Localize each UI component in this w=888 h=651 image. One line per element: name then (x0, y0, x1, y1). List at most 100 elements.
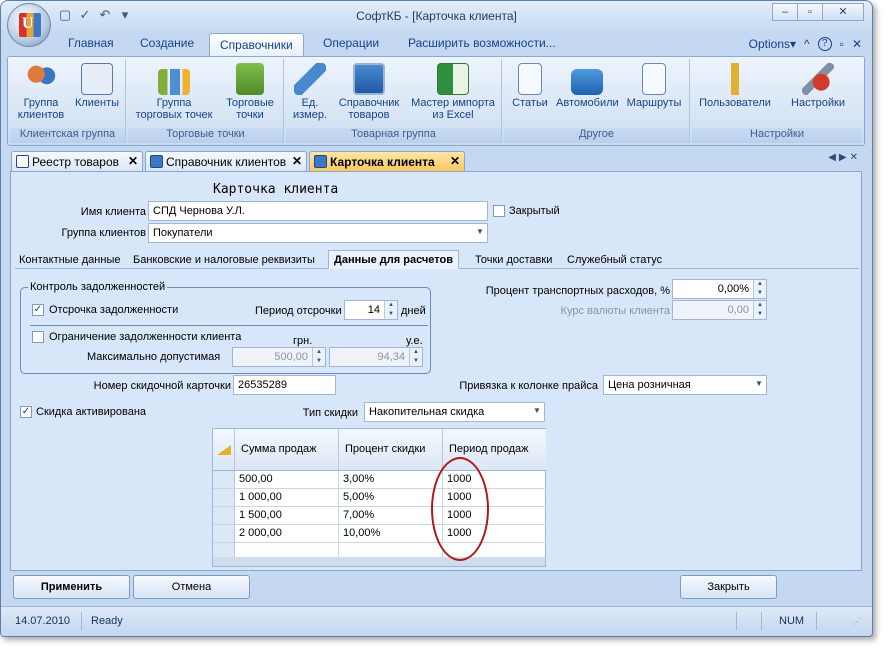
vehicles-button[interactable]: Автомобили (556, 63, 619, 109)
grid-cell[interactable]: 500,00 (235, 471, 339, 489)
group-label-clients: Клиентская группа (10, 128, 125, 143)
building-icon (236, 63, 264, 95)
deferral-checkbox[interactable]: ✓ (32, 304, 44, 316)
outlet-group-button[interactable]: Группа торговых точек (134, 63, 214, 121)
excel-icon (437, 63, 469, 95)
settings-button[interactable]: Настройки (778, 63, 858, 109)
row-selector[interactable] (213, 471, 235, 489)
row-selector[interactable] (213, 489, 235, 507)
clients-button[interactable]: Клиенты (72, 63, 122, 109)
debt-limit-checkbox[interactable] (32, 331, 44, 343)
goods-directory-button[interactable]: Справочник товаров (334, 63, 404, 121)
grid-cell[interactable]: 1 500,00 (235, 507, 339, 525)
spinner-arrows-icon[interactable]: ▲ ▼ (384, 301, 397, 319)
doc-tab-client-card[interactable]: Карточка клиента ✕ (309, 151, 465, 171)
transport-spinner[interactable]: 0,00% ▲ ▼ (672, 279, 767, 299)
ribbon-minimize-icon[interactable]: ^ (804, 37, 810, 51)
apply-button[interactable]: Применить (13, 575, 130, 599)
tab-settlement-data[interactable]: Данные для расчетов (328, 250, 460, 269)
close-button[interactable]: Закрыть (680, 575, 777, 599)
row-selector[interactable] (213, 507, 235, 525)
minimize-icon[interactable]: – (772, 3, 798, 21)
tab-extend[interactable]: Расширить возможности... (408, 36, 556, 50)
days-label: дней (401, 305, 426, 317)
column-header-sales-sum[interactable]: Сумма продаж (235, 429, 339, 471)
tab-create[interactable]: Создание (140, 36, 194, 50)
close-active-tab-icon[interactable]: ✕ (850, 152, 861, 163)
close-tab-icon[interactable]: ✕ (128, 154, 138, 168)
discount-grid: Сумма продаж Процент скидки Период прода… (212, 428, 546, 567)
chevron-down-icon[interactable]: ▼ (475, 227, 485, 236)
tab-operations[interactable]: Операции (323, 36, 379, 50)
status-date: 14.07.2010 (15, 615, 71, 627)
tab-directories[interactable]: Справочники (209, 33, 304, 57)
discount-active-checkbox[interactable]: ✓ (20, 406, 32, 418)
close-doc-icon[interactable]: ✕ (852, 37, 862, 51)
resize-grip-icon[interactable]: ⋰ (853, 617, 861, 626)
transport-label: Процент транспортных расходов, % (485, 285, 670, 297)
maximize-icon[interactable]: ▫ (797, 3, 823, 21)
deferral-period-value: 14 (367, 304, 380, 316)
group-label-other: Другое (504, 128, 689, 143)
help-icon[interactable]: ? (817, 37, 832, 51)
row-selector[interactable] (213, 525, 235, 543)
spinner-arrows-icon: ▲ ▼ (409, 348, 422, 366)
tab-contacts[interactable]: Контактные данные (19, 254, 120, 266)
ribbon-right-controls: Options▾ ^ ? ▫ ✕ (749, 37, 862, 51)
outlets-button[interactable]: Торговые точки (222, 63, 278, 121)
currency-rate-label: Курс валюты клиента (560, 305, 670, 317)
tab-delivery-points[interactable]: Точки доставки (475, 254, 552, 266)
units-button[interactable]: Ед. измер. (288, 63, 332, 121)
scroll-right-icon[interactable]: ▶ (839, 152, 850, 163)
grid-cell[interactable]: 10,00% (339, 525, 443, 543)
app-menu-button[interactable]: U (7, 3, 51, 47)
client-group-button[interactable]: Группа клиентов (14, 63, 68, 121)
grid-cell[interactable]: 3,00% (339, 471, 443, 489)
price-column-value: Цена розничная (608, 379, 691, 391)
grid-corner[interactable] (213, 429, 235, 471)
chevron-down-icon[interactable]: ▼ (754, 379, 764, 388)
chevron-down-icon[interactable]: ▼ (532, 406, 542, 415)
close-tab-icon[interactable]: ✕ (450, 154, 460, 168)
grid-cell[interactable]: 2 000,00 (235, 525, 339, 543)
grid-cell[interactable]: 7,00% (339, 507, 443, 525)
spinner-arrows-icon[interactable]: ▲ ▼ (753, 280, 766, 298)
doc-tab-label: Карточка клиента (330, 155, 435, 169)
max-ue-field: 94,34 ▲ ▼ (329, 347, 423, 367)
excel-import-button[interactable]: Мастер импорта из Excel (408, 63, 498, 121)
tab-bank-details[interactable]: Банковские и налоговые реквизиты (133, 254, 315, 266)
ue-label: у.е. (406, 335, 423, 347)
close-icon[interactable]: ✕ (822, 3, 864, 21)
currency-rate-value: 0,00 (727, 304, 749, 316)
options-menu[interactable]: Options▾ (749, 37, 796, 51)
grid-cell[interactable]: 1 000,00 (235, 489, 339, 507)
price-column-select[interactable]: Цена розничная ▼ (603, 375, 767, 395)
restore-doc-icon[interactable]: ▫ (840, 37, 844, 51)
divider (30, 325, 428, 326)
app-logo-icon: U (19, 13, 41, 37)
settings-label: Настройки (791, 97, 845, 109)
client-name-field[interactable]: СПД Чернова У.Л. (148, 201, 488, 221)
tab-home[interactable]: Главная (68, 36, 114, 50)
cancel-button[interactable]: Отмена (133, 575, 250, 599)
uah-label: грн. (293, 335, 313, 347)
discount-card-field[interactable]: 26535289 (233, 375, 336, 395)
routes-button[interactable]: Маршруты (624, 63, 684, 109)
doc-tab-client-directory[interactable]: Справочник клиентов ✕ (145, 151, 307, 171)
users-button[interactable]: Пользователи (696, 63, 774, 109)
options-label: Options (748, 37, 790, 51)
client-group-value: Покупатели (153, 227, 213, 239)
spinner-arrows-icon: ▲ ▼ (753, 301, 766, 319)
doc-tab-goods-registry[interactable]: Реестр товаров ✕ (11, 151, 143, 171)
client-group-select[interactable]: Покупатели ▼ (148, 223, 488, 243)
closed-checkbox[interactable] (493, 205, 505, 217)
discount-type-select[interactable]: Накопительная скидка ▼ (364, 402, 545, 422)
deferral-period-spinner[interactable]: 14 ▲ ▼ (344, 300, 398, 320)
grid-cell[interactable]: 5,00% (339, 489, 443, 507)
scroll-left-icon[interactable]: ◀ (828, 152, 839, 163)
close-tab-icon[interactable]: ✕ (292, 154, 302, 168)
articles-button[interactable]: Статьи (508, 63, 552, 109)
tab-service-status[interactable]: Служебный статус (567, 254, 662, 266)
client-card-form: Карточка клиента Имя клиента СПД Чернова… (10, 171, 862, 571)
column-header-discount-percent[interactable]: Процент скидки (339, 429, 443, 471)
